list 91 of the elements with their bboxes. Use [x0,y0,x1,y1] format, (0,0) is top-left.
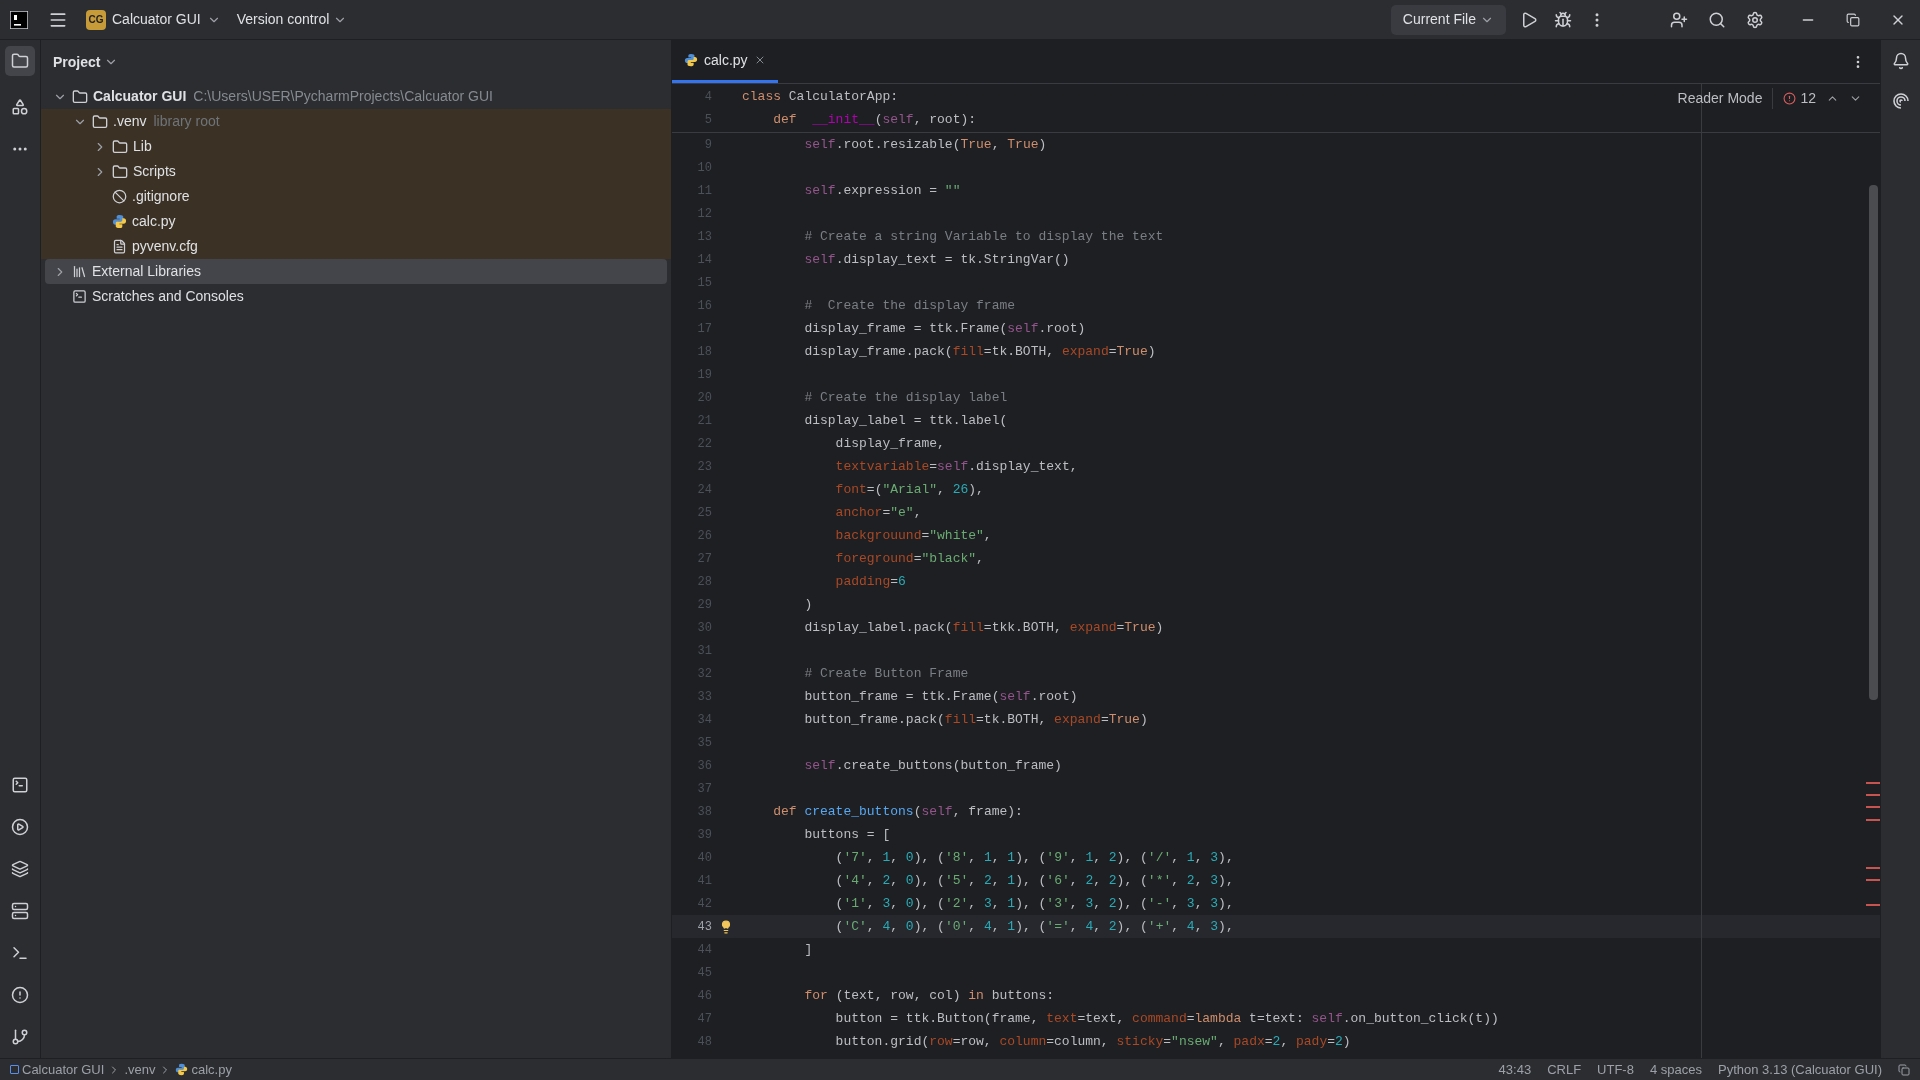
code-line: for (text, row, col) in buttons: [803,986,1055,1005]
scrollbar-thumb[interactable] [1869,185,1878,700]
code-line: buttons = [ [803,825,891,844]
code-line: ('1', 3, 0), ('2', 3, 1), ('3', 3, 2), ('-', 3, 3), [834,894,1234,913]
folder-icon [112,138,128,155]
python-file-icon [684,53,698,67]
tree-item[interactable]: Scripts [41,159,671,184]
code-line: # Create the display label [803,388,1008,407]
terminal-icon[interactable] [11,944,29,962]
code-line: button.grid(row=row, column=column, sticky="nsew", padx=2, pady=2) [834,1032,1351,1051]
folder-icon [11,52,29,70]
status-item[interactable]: Python 3.13 (Calcuator GUI) [1717,1059,1882,1080]
app-logo-icon[interactable] [10,10,28,29]
python-file-icon [112,214,127,229]
status-item[interactable]: UTF-8 [1597,1059,1634,1080]
breadcrumb[interactable]: .venv [124,1059,156,1080]
tree-item[interactable]: External Libraries [45,259,667,284]
line-number: 43 [696,918,712,936]
code-line: button_frame.pack(fill=tk.BOTH, expand=True) [803,710,1148,729]
code-line: foreground="black", [834,549,984,568]
status-item[interactable]: 43:43 [1498,1059,1532,1080]
folder-icon [72,88,88,105]
tree-item[interactable]: Calcuator GUI C:\Users\USER\PycharmProjects\Calcuator GUI [41,84,671,109]
python-console-icon[interactable] [11,776,29,794]
status-item[interactable]: CRLF [1547,1059,1582,1080]
code-line: ) [803,595,813,614]
debug-icon[interactable] [1554,10,1572,29]
project-tool-button[interactable] [5,46,35,76]
tree-item[interactable]: Scratches and Consoles [41,284,671,309]
project-switcher[interactable]: CG Calcuator GUI [86,9,221,30]
code-line: display_frame, [834,434,945,453]
folder-icon [92,113,108,130]
code-line: def create_buttons(self, frame): [772,802,1023,821]
run-configuration-dropdown[interactable]: Current File [1390,4,1506,35]
code-line: def __init__(self, root): [772,110,977,129]
scratch-icon [72,289,87,304]
ignored-file-icon [112,189,127,204]
text-file-icon [112,239,127,254]
add-user-icon[interactable] [1670,10,1688,29]
project-panel-title[interactable]: Project [53,51,119,73]
tree-item[interactable]: .gitignore [41,184,671,209]
code-line: display_label.pack(fill=tkk.BOTH, expand=True) [803,618,1164,637]
code-line: padding=6 [834,572,906,591]
problems-icon[interactable] [11,986,29,1004]
code-line: display_frame = ttk.Frame(self.root) [803,319,1086,338]
code-line: # Create a string Variable to display the text [803,227,1164,246]
code-line: ('7', 1, 0), ('8', 1, 1), ('9', 1, 2), ('/', 1, 3), [834,848,1234,867]
tree-item[interactable]: .venv library root [41,109,671,134]
code-line: anchor="e", [834,503,922,522]
code-line: # Create the display frame [803,296,1016,315]
ai-assistant-icon[interactable] [1891,92,1910,110]
code-line: # Create Button Frame [803,664,969,683]
code-line: display_label = ttk.label( [803,411,1008,430]
code-line: self.create_buttons(button_frame) [803,756,1062,775]
restore-icon[interactable] [1846,12,1860,27]
tree-item[interactable]: calc.py [41,209,671,234]
structure-icon[interactable] [11,98,29,116]
code-line: backgrouund="white", [834,526,992,545]
problems-counter[interactable]: 12 [1783,88,1816,109]
folder-icon [112,163,128,180]
layers-icon[interactable] [11,860,29,878]
code-line: ('4', 2, 0), ('5', 2, 1), ('6', 2, 2), ('*', 2, 3), [834,871,1234,890]
error-icon [1783,92,1797,105]
version-control-menu[interactable]: Version control [236,9,348,30]
services-icon[interactable] [11,902,29,920]
library-icon [72,264,87,279]
python-file-icon [175,1063,189,1076]
code-line: class CalculatorApp: [742,87,899,106]
breadcrumb[interactable]: calc.py [175,1059,232,1080]
code-line: button = ttk.Button(frame, text=text, command=lambda t=text: self.on_button_click(t)) [834,1009,1499,1028]
code-line: self.expression = "" [803,181,961,200]
notifications-icon[interactable] [1891,52,1910,70]
module-icon [10,1065,19,1074]
code-line: self.root.resizable(True, True) [803,135,1047,154]
code-line: ] [803,940,813,959]
search-icon[interactable] [1708,10,1726,29]
code-line: self.display_text = tk.StringVar() [803,250,1070,269]
tree-item[interactable]: pyvenv.cfg [41,234,671,259]
code-line: textvariable=self.display_text, [834,457,1078,476]
code-line: font=("Arial", 26), [834,480,984,499]
settings-icon[interactable] [1746,10,1764,29]
code-line: ('C', 4, 0), ('0', 4, 1), ('=', 4, 2), ('+', 4, 3), [834,917,1234,936]
status-item[interactable]: 4 spaces [1649,1059,1702,1080]
git-branch-icon[interactable] [11,1028,29,1046]
run-icon[interactable] [1520,10,1538,29]
code-line: button_frame = ttk.Frame(self.root) [803,687,1078,706]
reader-mode-toggle[interactable]: Reader Mode [1677,88,1774,109]
run-icon[interactable] [11,818,29,836]
tree-item[interactable]: Lib [41,134,671,159]
breadcrumb[interactable]: Calcuator GUI [10,1059,105,1080]
code-line: display_frame.pack(fill=tk.BOTH, expand=True) [803,342,1156,361]
